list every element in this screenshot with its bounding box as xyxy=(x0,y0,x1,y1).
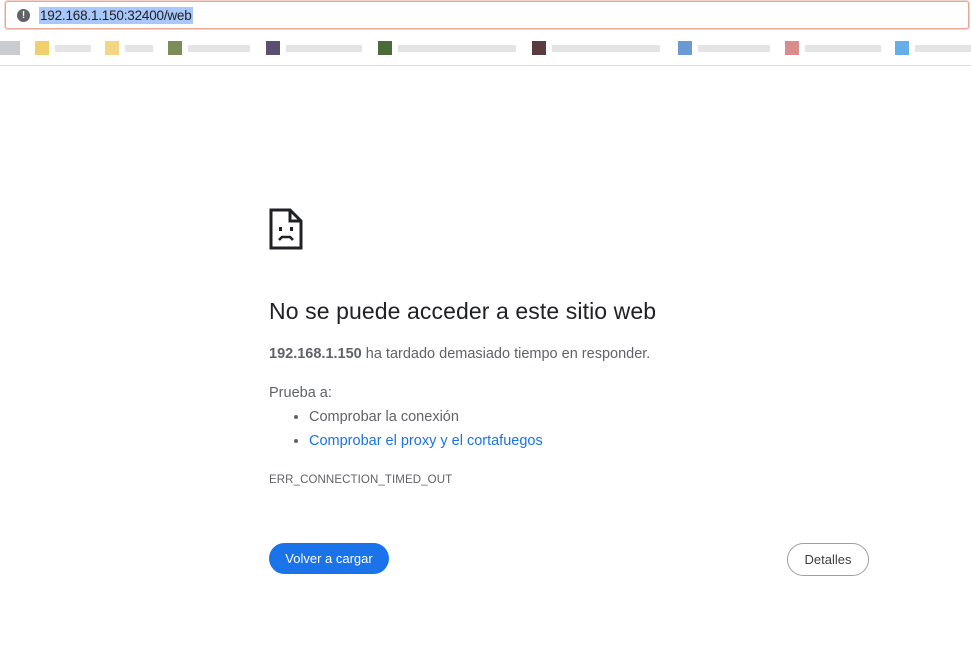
bookmark-label xyxy=(805,45,881,52)
bookmark-item[interactable] xyxy=(532,40,662,56)
bookmark-favicon-icon xyxy=(0,41,20,55)
suggestion-check-connection: Comprobar la conexión xyxy=(309,409,543,433)
suggestion-check-proxy-link[interactable]: Comprobar el proxy y el cortafuegos xyxy=(309,433,543,457)
bookmark-item[interactable] xyxy=(168,40,253,56)
error-code: ERR_CONNECTION_TIMED_OUT xyxy=(269,474,453,486)
bookmark-label xyxy=(552,45,660,52)
bookmark-label xyxy=(55,45,91,52)
bookmark-favicon-icon xyxy=(785,41,799,55)
bookmark-favicon-icon xyxy=(105,41,119,55)
details-button[interactable]: Detalles xyxy=(787,543,869,576)
bookmark-favicon-icon xyxy=(532,41,546,55)
suggestions-list: Comprobar la conexión Comprobar el proxy… xyxy=(269,409,543,457)
reload-button[interactable]: Volver a cargar xyxy=(269,543,389,574)
browser-toolbar: ! 192.168.1.150:32400/web xyxy=(0,0,971,33)
bookmark-item[interactable] xyxy=(0,40,20,56)
bookmark-favicon-icon xyxy=(678,41,692,55)
error-description: 192.168.1.150 ha tardado demasiado tiemp… xyxy=(269,346,650,362)
address-bar[interactable]: ! 192.168.1.150:32400/web xyxy=(5,1,969,29)
bookmark-favicon-icon xyxy=(168,41,182,55)
bookmark-label xyxy=(915,45,971,52)
bookmark-item[interactable] xyxy=(785,40,885,56)
bookmark-label xyxy=(286,45,362,52)
error-title: No se puede acceder a este sitio web xyxy=(269,298,657,324)
bookmark-favicon-icon xyxy=(266,41,280,55)
bookmark-item[interactable] xyxy=(378,40,518,56)
bookmark-label xyxy=(125,45,153,52)
bookmark-item[interactable] xyxy=(35,40,93,56)
error-message: ha tardado demasiado tiempo en responder… xyxy=(365,346,651,362)
suggestions-heading: Prueba a: xyxy=(269,385,332,401)
sad-page-icon xyxy=(269,208,303,250)
bookmark-label xyxy=(188,45,250,52)
bookmark-favicon-icon xyxy=(378,41,392,55)
bookmark-favicon-icon xyxy=(895,41,909,55)
bookmark-label xyxy=(698,45,770,52)
bookmark-item[interactable] xyxy=(678,40,773,56)
bookmark-label xyxy=(398,45,516,52)
url-text[interactable]: 192.168.1.150:32400/web xyxy=(39,7,193,24)
bookmark-item[interactable] xyxy=(895,40,971,56)
error-host: 192.168.1.150 xyxy=(269,346,362,362)
bookmark-item[interactable] xyxy=(105,40,155,56)
bookmark-item[interactable] xyxy=(266,40,366,56)
bookmarks-bar xyxy=(0,33,971,66)
info-icon[interactable]: ! xyxy=(17,9,30,22)
bookmark-favicon-icon xyxy=(35,41,49,55)
